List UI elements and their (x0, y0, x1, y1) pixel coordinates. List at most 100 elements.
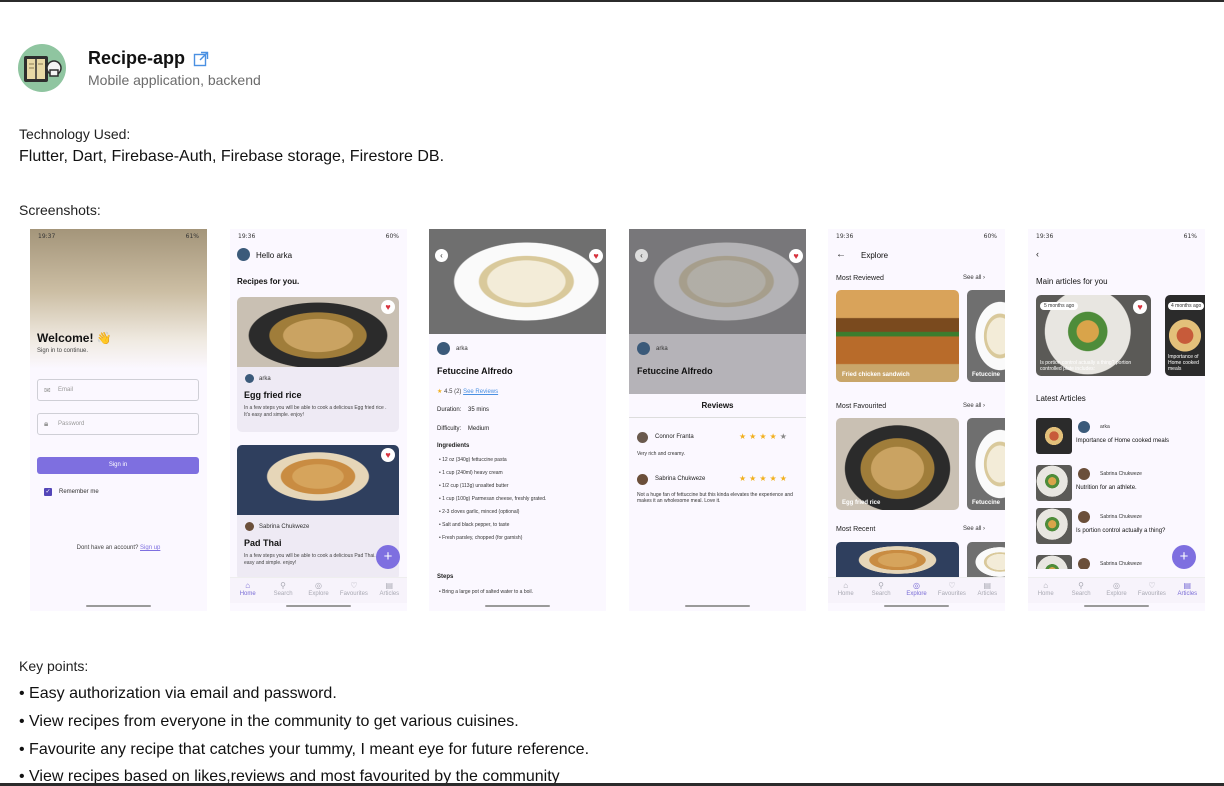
heart-outline-icon: ♡ (1148, 581, 1156, 590)
recipe-card[interactable]: Fetuccine (967, 290, 1005, 382)
see-all-link[interactable]: See all › (963, 403, 985, 409)
list-item[interactable]: arka Importance of Home cooked meals (1036, 418, 1201, 454)
recipe-card[interactable]: ♥ arka Egg fried rice In a few steps you… (237, 297, 399, 432)
bottom-nav: ⌂ Home ⚲ Search ◎ Explore ♡ Favourites ▤ Arti… (1028, 577, 1205, 603)
project-title: Recipe-app (88, 48, 186, 68)
author-name: arka (456, 346, 468, 352)
ingredients-list: • 12 oz (340g) fettuccine pasta • 1 cup … (439, 457, 599, 548)
nav-home[interactable]: ⌂ Home (828, 578, 863, 603)
screenshot-reviews[interactable]: ‹ ♥ arka Fetuccine Alfredo Reviews Conno… (629, 229, 806, 611)
author-name: arka (656, 346, 668, 352)
list-item[interactable]: Sabrina Chukweze Nutrition for an athlet… (1036, 465, 1201, 501)
see-all-link[interactable]: See all › (963, 275, 985, 281)
recipe-description: In a few steps you will be able to cook … (244, 553, 384, 566)
avatar[interactable] (237, 248, 250, 261)
status-bar: 19:37 61% (38, 233, 199, 240)
status-bar: 19:36 60% (836, 233, 997, 240)
screenshot-login[interactable]: 19:37 61% Welcome! 👋 Sign in to continue.… (30, 229, 207, 611)
key-point-item: • Favourite any recipe that catches your… (19, 741, 590, 758)
nav-home[interactable]: ⌂ Home (230, 578, 265, 603)
nav-search[interactable]: ⚲ Search (863, 578, 898, 603)
avatar (637, 342, 650, 355)
page-title: Explore (861, 251, 889, 260)
signin-button[interactable]: Sign in (37, 457, 199, 474)
recipe-card[interactable]: ♥ Sabrina Chukweze Pad Thai In a few ste… (237, 445, 399, 580)
article-title: Importance of Home cooked meals (1076, 438, 1170, 444)
nav-articles[interactable]: ▤ Articles (970, 578, 1005, 603)
nav-favourites[interactable]: ♡ Favourites (934, 578, 969, 603)
screenshot-explore[interactable]: 19:36 60% ← Explore Most Reviewed See all… (828, 229, 1005, 611)
project-header: Recipe-app Mobile application, backend (18, 44, 261, 92)
external-link-icon[interactable] (193, 51, 209, 67)
back-icon[interactable]: ‹ (435, 249, 448, 262)
date-chip: 5 months ago (1040, 302, 1079, 310)
email-field[interactable]: ✉ Email (37, 379, 199, 401)
home-indicator (1084, 605, 1149, 607)
review-text: Very rich and creamy. (637, 451, 685, 457)
technology-list: Flutter, Dart, Firebase-Auth, Firebase s… (19, 148, 445, 165)
recipe-title: Egg fried rice (244, 390, 302, 400)
recipe-card[interactable] (967, 542, 1005, 582)
heart-icon[interactable]: ♥ (381, 300, 395, 314)
back-arrow-icon[interactable]: ← (836, 249, 846, 260)
heart-icon[interactable]: ♥ (381, 448, 395, 462)
see-all-link[interactable]: See all › (963, 526, 985, 532)
nav-home[interactable]: ⌂ Home (1028, 578, 1063, 603)
remember-label: Remember me (59, 489, 99, 495)
recipe-title: Fetuccine Alfredo (437, 366, 513, 376)
nav-favourites[interactable]: ♡ Favourites (336, 578, 371, 603)
avatar (637, 432, 648, 443)
reviewer-name: Sabrina Chukweze (655, 476, 706, 482)
heart-icon[interactable]: ♥ (789, 249, 803, 263)
nav-search[interactable]: ⚲ Search (265, 578, 300, 603)
article-title: Is portion control actually a thing? por… (1040, 360, 1132, 372)
remember-checkbox[interactable]: ✓ (44, 488, 52, 496)
back-icon[interactable]: ‹ (1036, 249, 1039, 259)
nav-explore[interactable]: ◎ Explore (1099, 578, 1134, 603)
recipe-card[interactable]: Fried chicken sandwich (836, 290, 959, 382)
back-icon[interactable]: ‹ (635, 249, 648, 262)
screenshot-recipe-detail[interactable]: ‹ ♥ arka Fetuccine Alfredo ★ 4.5 (2) See… (429, 229, 606, 611)
author-name: arka (259, 376, 271, 382)
nav-search[interactable]: ⚲ Search (1063, 578, 1098, 603)
add-recipe-button[interactable]: + (376, 545, 400, 569)
review-text: Not a huge fan of fettuccine but this ki… (637, 492, 793, 504)
screenshot-home[interactable]: 19:36 60% Hello arka Recipes for you. ♥ a… (230, 229, 407, 611)
article-title: Importance of Home cooked meals (1168, 354, 1199, 372)
recipe-title: Pad Thai (244, 538, 282, 548)
heart-icon[interactable]: ♥ (1133, 300, 1147, 314)
compass-icon: ◎ (913, 581, 920, 590)
list-item: • Fresh parsley, chopped (for garnish) (439, 535, 523, 541)
nav-articles[interactable]: ▤ Articles (372, 578, 407, 603)
recipe-card[interactable] (836, 542, 959, 582)
section-title: Latest Articles (1036, 394, 1086, 403)
nav-articles[interactable]: ▤ Articles (1170, 578, 1205, 603)
screenshot-articles[interactable]: 19:36 61% ‹ Main articles for you 5 month… (1028, 229, 1205, 611)
article-card[interactable]: 5 months ago ♥ Is portion control actual… (1036, 295, 1151, 376)
home-icon: ⌂ (1043, 581, 1049, 590)
list-item[interactable]: Sabrina Chukweze Is portion control actu… (1036, 508, 1201, 544)
article-icon: ▤ (385, 581, 394, 590)
password-field[interactable]: 🔒︎ Password (37, 413, 199, 435)
article-card[interactable]: 4 months ago Importance of Home cooked m… (1165, 295, 1205, 376)
nav-explore[interactable]: ◎ Explore (301, 578, 336, 603)
mail-icon: ✉ (44, 386, 51, 395)
compass-icon: ◎ (315, 581, 322, 590)
see-reviews-link[interactable]: See Reviews (463, 389, 498, 395)
recipe-card[interactable]: Egg fried rice (836, 418, 959, 510)
nav-favourites[interactable]: ♡ Favourites (1134, 578, 1169, 603)
home-indicator (485, 605, 550, 607)
home-icon: ⌂ (245, 581, 251, 590)
status-bar: 19:36 60% (238, 233, 399, 240)
recipe-card[interactable]: Fetuccine (967, 418, 1005, 510)
key-points-label: Key points: (19, 658, 89, 674)
add-article-button[interactable]: + (1172, 545, 1196, 569)
recipe-title: Fetuccine (972, 500, 1001, 506)
article-title: Is portion control actually a thing? (1076, 528, 1166, 534)
nav-explore[interactable]: ◎ Explore (899, 578, 934, 603)
signup-link[interactable]: Sign up (140, 545, 160, 551)
greeting: Hello arka (256, 251, 293, 260)
home-indicator (286, 605, 351, 607)
heart-icon[interactable]: ♥ (589, 249, 603, 263)
avatar (245, 374, 254, 383)
